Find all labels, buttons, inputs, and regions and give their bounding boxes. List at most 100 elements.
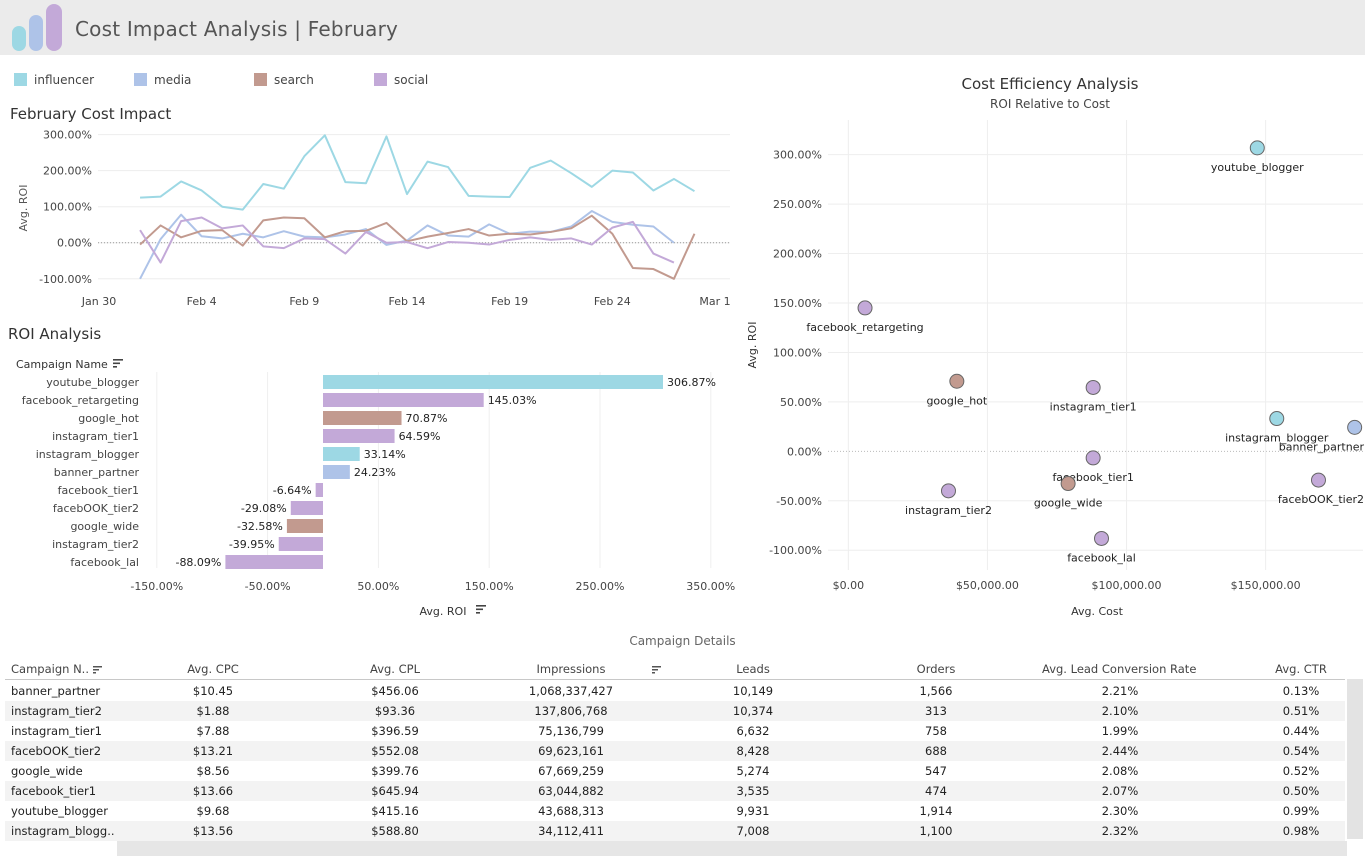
bar-value-label: -29.08%: [241, 502, 287, 515]
point-facebook_tier1[interactable]: [1085, 450, 1101, 466]
bar-banner_partner[interactable]: [323, 465, 350, 479]
cell-cpl: $93.36: [374, 704, 416, 718]
table-row[interactable]: youtube_blogger $9.68 $415.16 43,688,313 9,9…: [5, 801, 1345, 821]
column-header-cpl[interactable]: Avg. CPL: [325, 662, 465, 676]
cell-cpc: $8.56: [196, 764, 230, 778]
column-header-leads[interactable]: Leads: [683, 662, 823, 676]
column-header-ctr[interactable]: Avg. CTR: [1231, 662, 1365, 676]
y-tick-label: 100.00%: [773, 346, 822, 359]
category-axis-label[interactable]: Campaign Name: [16, 358, 108, 371]
legend-swatch: [254, 73, 267, 86]
bar-google_hot[interactable]: [323, 411, 402, 425]
table-row[interactable]: instagram_blogg.. $13.56 $588.80 34,112,411…: [5, 821, 1345, 841]
cell-impressions: 34,112,411: [538, 824, 604, 838]
category-label: youtube_blogger: [46, 376, 139, 389]
point-google_wide[interactable]: [1060, 476, 1076, 492]
series-line-search[interactable]: [139, 214, 696, 280]
bar-facebOOK_tier2[interactable]: [290, 501, 323, 515]
cell-impressions: 137,806,768: [534, 704, 608, 718]
column-header-cpc[interactable]: Avg. CPC: [143, 662, 283, 676]
x-axis-ticks: Jan 30 Feb 4 Feb 9 Feb 14 Feb 19 Feb 24 Mar 1: [81, 295, 731, 308]
point-instagram_tier2[interactable]: [940, 483, 956, 499]
bar-value-label: 145.03%: [488, 394, 537, 407]
x-tick-label: Feb 19: [491, 295, 528, 308]
table-row[interactable]: instagram_tier2 $1.88 $93.36 137,806,768 10,…: [5, 701, 1345, 721]
point-banner_partner[interactable]: [1347, 419, 1363, 435]
bar-instagram_tier2[interactable]: [278, 537, 323, 551]
point-instagram_blogger[interactable]: [1269, 411, 1285, 427]
x-tick-label: Feb 14: [389, 295, 426, 308]
cell-orders: 758: [925, 724, 947, 738]
x-tick-label: Mar 1: [699, 295, 730, 308]
cell-leads: 8,428: [736, 744, 770, 758]
point-facebook_retargeting[interactable]: [857, 300, 873, 316]
sort-icon[interactable]: [92, 665, 102, 674]
point-youtube_blogger[interactable]: [1249, 140, 1265, 156]
cell-cpl: $396.59: [371, 724, 419, 738]
series-line-media[interactable]: [139, 210, 675, 280]
point-label: facebook_retargeting: [806, 321, 923, 334]
legend-label: social: [394, 73, 429, 87]
bar-facebook_lal[interactable]: [225, 555, 323, 569]
table-row[interactable]: banner_partner $10.45 $456.06 1,068,337,427…: [5, 681, 1345, 701]
column-header-campaign[interactable]: Campaign N..: [11, 662, 102, 676]
category-label: instagram_tier1: [52, 430, 139, 443]
cell-campaign: facebook_tier1: [11, 784, 97, 798]
line-chart-title: February Cost Impact: [10, 105, 172, 123]
bar-value-label: 70.87%: [406, 412, 448, 425]
category-label: facebook_lal: [70, 556, 139, 569]
y-axis-label: Avg. ROI: [17, 185, 30, 232]
bar-value-label: 64.59%: [399, 430, 441, 443]
bar-google_wide[interactable]: [286, 519, 323, 533]
scatter-subtitle: ROI Relative to Cost: [990, 97, 1110, 111]
line-chart[interactable]: 300.00% 200.00% 100.00% 0.00% -100.00% Jan 3…: [0, 128, 735, 318]
cell-ctr: 0.54%: [1282, 744, 1320, 758]
y-tick-label: 200.00%: [43, 165, 92, 178]
point-google_hot[interactable]: [949, 373, 965, 389]
table-row[interactable]: facebOOK_tier2 $13.21 $552.08 69,623,161 8,4…: [5, 741, 1345, 761]
cell-cpl: $552.08: [371, 744, 419, 758]
column-header-orders[interactable]: Orders: [866, 662, 1006, 676]
cell-leads: 10,149: [732, 684, 774, 698]
bar-facebook_tier1[interactable]: [315, 483, 323, 497]
cell-ctr: 0.51%: [1282, 704, 1320, 718]
vertical-scrollbar[interactable]: [1347, 679, 1363, 839]
series-line-influencer[interactable]: [140, 134, 695, 211]
bar-facebook_retargeting[interactable]: [323, 393, 484, 407]
table-row[interactable]: facebook_tier1 $13.66 $645.94 63,044,882 3,5…: [5, 781, 1345, 801]
x-tick-label: 350.00%: [686, 580, 735, 593]
scatter-chart[interactable]: Cost Efficiency Analysis ROI Relative to…: [745, 70, 1365, 630]
column-header-impressions[interactable]: Impressions: [501, 662, 641, 676]
cell-orders: 474: [925, 784, 947, 798]
sort-icon[interactable]: [113, 359, 123, 368]
bar-value-label: -32.58%: [237, 520, 283, 533]
cell-cpl: $399.76: [371, 764, 419, 778]
cell-impressions: 69,623,161: [538, 744, 604, 758]
cell-cpc: $13.56: [192, 824, 234, 838]
sort-icon[interactable]: [476, 605, 486, 614]
page-title: Cost Impact Analysis | February: [75, 17, 399, 41]
bar-instagram_blogger[interactable]: [323, 447, 360, 461]
header-sort-icon[interactable]: [648, 662, 661, 676]
point-facebook_lal[interactable]: [1094, 530, 1109, 546]
bar-youtube_blogger[interactable]: [323, 375, 663, 389]
column-header-conversion-rate[interactable]: Avg. Lead Conversion Rate: [1042, 662, 1196, 676]
horizontal-scrollbar[interactable]: [117, 841, 1347, 856]
bar-chart[interactable]: Campaign Name youtube_blogger facebook_re…: [0, 350, 745, 620]
cell-cpl: $588.80: [371, 824, 419, 838]
cell-conversion-rate: 2.07%: [1101, 784, 1139, 798]
cell-ctr: 0.52%: [1282, 764, 1320, 778]
table-row[interactable]: instagram_tier1 $7.88 $396.59 75,136,799 6,6…: [5, 721, 1345, 741]
cell-conversion-rate: 2.44%: [1101, 744, 1139, 758]
point-instagram_tier1[interactable]: [1085, 379, 1101, 395]
sort-icon[interactable]: [652, 665, 661, 674]
cell-conversion-rate: 2.32%: [1101, 824, 1139, 838]
table-row[interactable]: google_wide $8.56 $399.76 67,669,259 5,274 54…: [5, 761, 1345, 781]
point-label: youtube_blogger: [1211, 161, 1304, 174]
cell-ctr: 0.13%: [1282, 684, 1320, 698]
cell-leads: 5,274: [736, 764, 770, 778]
x-tick-label: $0.00: [833, 579, 865, 592]
bar-instagram_tier1[interactable]: [323, 429, 395, 443]
point-facebOOK_tier2[interactable]: [1310, 472, 1326, 488]
x-axis-ticks: $0.00 $50,000.00 $100,000.00 $150,000.00: [833, 579, 1301, 592]
